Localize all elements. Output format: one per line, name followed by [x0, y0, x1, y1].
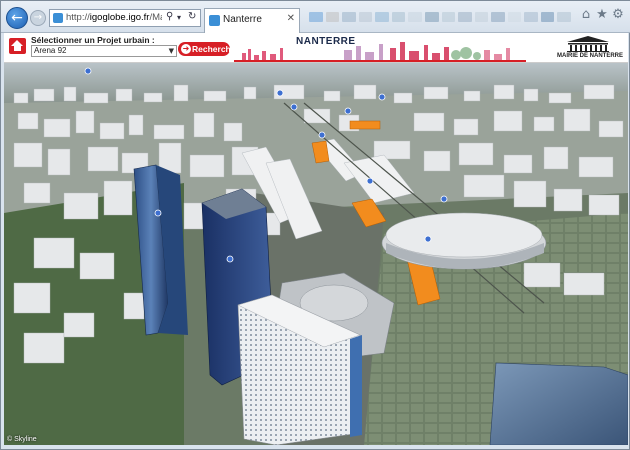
- extension-swatch-15[interactable]: [557, 12, 571, 22]
- mairie-building-icon: [567, 36, 609, 52]
- home-button[interactable]: [9, 38, 26, 54]
- extension-swatch-8[interactable]: [441, 12, 456, 22]
- tab-nanterre[interactable]: Nanterre ✕: [204, 8, 300, 33]
- extension-swatch-4[interactable]: [375, 12, 389, 22]
- extension-swatch-13[interactable]: [524, 12, 538, 22]
- address-bar[interactable]: http://igoglobe.igo.fr/Maquette/Nar ⚲ ▾ …: [49, 9, 201, 27]
- mairie-logo[interactable]: MAIRIE DE NANTERRE: [555, 35, 624, 60]
- extension-swatch-9[interactable]: [458, 12, 472, 22]
- search-button-icon: ➜: [181, 44, 191, 54]
- city-3d-scene: [4, 63, 628, 445]
- extension-swatch-11[interactable]: [491, 12, 505, 22]
- search-icon[interactable]: ⚲: [166, 11, 173, 22]
- mairie-logo-text: MAIRIE DE NANTERRE: [557, 53, 624, 59]
- extension-swatch-2[interactable]: [342, 12, 356, 22]
- project-select-label: Sélectionner un Projet urbain :: [31, 35, 155, 45]
- skyline-banner-graphic: [234, 42, 526, 62]
- extension-swatch-0[interactable]: [309, 12, 323, 22]
- extension-swatch-12[interactable]: [507, 12, 522, 22]
- chevron-down-icon: ▼: [168, 47, 174, 55]
- project-select[interactable]: Arena 92 ▼: [31, 45, 177, 57]
- extension-swatch-7[interactable]: [424, 12, 439, 22]
- close-icon[interactable]: ✕: [287, 13, 295, 24]
- extension-swatch-10[interactable]: [474, 12, 489, 22]
- dropdown-icon[interactable]: ▾: [177, 13, 181, 22]
- forward-icon[interactable]: →: [30, 10, 46, 26]
- gear-icon[interactable]: ⚙: [610, 7, 626, 23]
- tab-title: Nanterre: [223, 14, 262, 25]
- back-icon[interactable]: ←: [6, 7, 28, 29]
- project-select-value: Arena 92: [34, 46, 67, 55]
- extension-swatch-14[interactable]: [540, 12, 555, 22]
- home-icon[interactable]: ⌂: [578, 7, 594, 23]
- map-3d-view[interactable]: © Skyline: [4, 63, 628, 445]
- extension-strip: [309, 12, 571, 22]
- map-credit: © Skyline: [7, 436, 37, 443]
- extension-swatch-5[interactable]: [391, 12, 406, 22]
- search-button[interactable]: ➜ Rechercher: [178, 42, 239, 56]
- browser-window: ← → http://igoglobe.igo.fr/Maquette/Nar …: [0, 0, 630, 450]
- extension-swatch-1[interactable]: [325, 12, 340, 22]
- site-favicon-icon: [53, 13, 63, 23]
- star-icon[interactable]: ★: [594, 7, 610, 23]
- nanterre-banner: NANTERRE: [234, 33, 526, 62]
- browser-toolbar: ← → http://igoglobe.igo.fr/Maquette/Nar …: [1, 1, 630, 33]
- extension-swatch-3[interactable]: [358, 12, 373, 22]
- refresh-icon[interactable]: ↻: [188, 11, 196, 22]
- search-button-label: Rechercher: [192, 44, 239, 54]
- tab-favicon-icon: [209, 15, 220, 26]
- address-url: http://igoglobe.igo.fr/Maquette/Nar: [66, 12, 162, 23]
- banner-title: NANTERRE: [296, 36, 356, 47]
- site-header: Sélectionner un Projet urbain : Arena 92…: [4, 33, 628, 63]
- extension-swatch-6[interactable]: [408, 12, 422, 22]
